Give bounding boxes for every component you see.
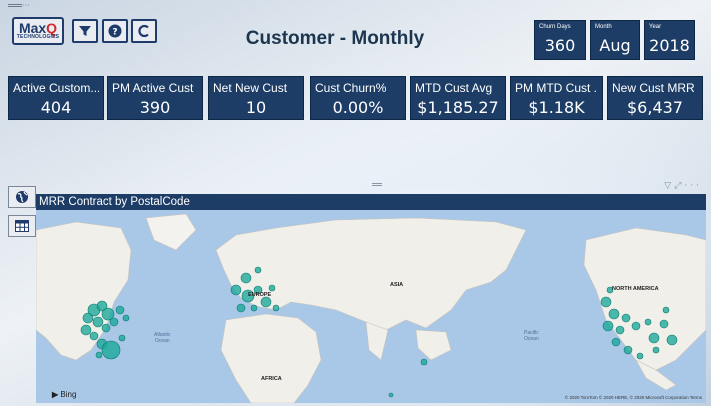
kpi-card-new-cust-mrr[interactable]: New Cust MRR $6,437 xyxy=(607,76,703,120)
kpi-value: $1.18K xyxy=(528,98,585,117)
slicer-label: Churn Days xyxy=(539,24,571,30)
bing-icon: ▶ xyxy=(52,390,59,399)
refresh-icon xyxy=(138,24,149,38)
map-bubble xyxy=(272,304,280,312)
map-visual[interactable]: ▽⤢··· MRR Contract by PostalCode EUROPE … xyxy=(36,181,706,403)
map-bubble xyxy=(115,305,125,315)
kpi-value: $1,185.27 xyxy=(417,98,499,117)
kpi-label: New Cust MRR xyxy=(612,81,695,95)
map-canvas[interactable]: EUROPE ASIA AFRICA NORTH AMERICA Atlanti… xyxy=(36,210,706,403)
map-bubble xyxy=(631,321,641,331)
map-label-pacific: Pacific Ocean xyxy=(524,330,539,342)
kpi-card-active-customers[interactable]: Active Custom... 404 xyxy=(8,76,104,120)
more-options-icon[interactable]: ··· xyxy=(684,181,702,191)
map-label-north-america: NORTH AMERICA xyxy=(612,286,659,292)
map-bubble xyxy=(621,313,631,323)
kpi-value: 10 xyxy=(245,98,267,117)
map-bubble xyxy=(420,358,428,366)
kpi-label: MTD Cust Avg xyxy=(415,81,493,95)
page-title: Customer - Monthly xyxy=(245,28,425,49)
kpi-value: 390 xyxy=(139,98,171,117)
kpi-value: 0.00% xyxy=(332,98,384,117)
kpi-label: PM Active Cust xyxy=(112,81,194,95)
help-icon: ? xyxy=(108,24,122,38)
slicer-value: 360 xyxy=(544,36,576,55)
map-bubble xyxy=(662,306,670,314)
map-bubble xyxy=(230,284,242,296)
map-bubble xyxy=(268,284,276,292)
svg-text:?: ? xyxy=(112,28,117,38)
slicer-label: Month xyxy=(595,24,612,30)
map-bubble xyxy=(118,334,126,342)
filter-button[interactable] xyxy=(72,19,98,43)
map-bubble xyxy=(80,324,92,336)
kpi-card-pm-active-cust[interactable]: PM Active Cust 390 xyxy=(107,76,203,120)
map-bubble xyxy=(623,345,633,355)
map-bubble xyxy=(644,318,652,326)
kpi-card-mtd-cust-avg[interactable]: MTD Cust Avg $1,185.27 xyxy=(410,76,506,120)
globe-icon xyxy=(16,191,28,203)
map-bubble xyxy=(600,296,612,308)
slicer-label: Year xyxy=(649,24,662,30)
kpi-card-pm-mtd-cust[interactable]: PM MTD Cust ... $1.18K xyxy=(510,76,603,120)
kpi-label: PM MTD Cust ... xyxy=(515,81,598,95)
refresh-button[interactable] xyxy=(131,19,157,43)
map-bubble xyxy=(101,323,111,333)
kpi-label: Active Custom... xyxy=(13,81,99,95)
map-bubble xyxy=(122,314,130,322)
logo-subtext: TECHNOLOGIES xyxy=(16,34,60,40)
table-icon xyxy=(15,220,29,232)
focus-mode-icon[interactable]: ⤢ xyxy=(674,181,684,191)
map-bubble xyxy=(92,316,104,328)
bing-logo[interactable]: ▶ Bing xyxy=(52,390,76,399)
slicer-value: 2018 xyxy=(649,36,690,55)
slicer-value: Aug xyxy=(599,36,631,55)
visual-drag-handle[interactable] xyxy=(372,182,382,186)
map-bubble xyxy=(250,304,258,312)
visual-header-icons[interactable]: ▽⤢··· xyxy=(664,181,702,191)
map-label-atlantic: Atlantic Ocean xyxy=(154,332,171,344)
map-bubble xyxy=(95,351,103,359)
map-bubble xyxy=(615,325,625,335)
map-bubble xyxy=(652,346,660,354)
map-bubble xyxy=(260,296,272,308)
table-view-button[interactable] xyxy=(8,215,36,237)
map-label-asia: ASIA xyxy=(390,282,404,288)
map-bubble xyxy=(101,340,121,360)
more-options-icon[interactable]: ··· xyxy=(22,1,30,10)
map-label-africa: AFRICA xyxy=(261,376,282,382)
map-label-europe: EUROPE xyxy=(248,292,272,298)
slicer-churn-days[interactable]: Churn Days 360 xyxy=(534,20,586,60)
company-logo: MaxQ TECHNOLOGIES xyxy=(12,17,64,45)
map-bubble xyxy=(666,334,678,346)
world-map xyxy=(36,210,706,403)
map-bubble xyxy=(89,331,99,341)
map-bubble xyxy=(602,320,614,332)
map-view-button[interactable] xyxy=(8,186,36,208)
map-title: MRR Contract by PostalCode xyxy=(36,194,706,210)
kpi-card-cust-churn[interactable]: Cust Churn% 0.00% xyxy=(310,76,406,120)
map-bubble xyxy=(109,317,119,327)
slicer-month[interactable]: Month Aug xyxy=(590,20,640,60)
kpi-label: Cust Churn% xyxy=(315,81,387,95)
map-copyright[interactable]: © 2020 TomTom © 2020 HERE, © 2020 Micros… xyxy=(565,395,702,400)
filter-icon xyxy=(79,26,91,36)
map-bubble xyxy=(648,332,660,344)
kpi-card-net-new-cust[interactable]: Net New Cust 10 xyxy=(208,76,304,120)
help-button[interactable]: ? xyxy=(102,19,128,43)
kpi-value: 404 xyxy=(40,98,72,117)
kpi-label: Net New Cust xyxy=(213,81,288,95)
kpi-value: $6,437 xyxy=(627,98,683,117)
map-bubble xyxy=(240,272,252,284)
map-bubble xyxy=(611,337,621,347)
map-bubble xyxy=(636,352,644,360)
filter-icon[interactable]: ▽ xyxy=(664,181,674,191)
map-bubble xyxy=(608,308,620,320)
map-bubble xyxy=(236,303,246,313)
slicer-year[interactable]: Year 2018 xyxy=(644,20,695,60)
map-bubble xyxy=(254,266,262,274)
map-bubble xyxy=(388,392,394,398)
bing-text: Bing xyxy=(60,390,77,399)
map-bubble xyxy=(659,319,669,329)
